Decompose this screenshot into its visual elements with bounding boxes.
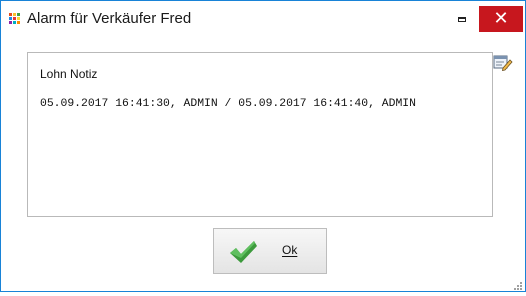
ok-label: Ok: [282, 243, 298, 257]
note-text: 05.09.2017 16:41:30, ADMIN / 05.09.2017 …: [40, 98, 416, 110]
edit-note-icon[interactable]: [493, 53, 513, 72]
close-icon: ✕: [493, 8, 509, 29]
resize-grip-icon[interactable]: [513, 278, 523, 290]
window-title: Alarm für Verkäufer Fred: [27, 10, 192, 27]
colored-grid-icon: [9, 13, 21, 25]
title-bar[interactable]: Alarm für Verkäufer Fred ✕: [1, 1, 525, 39]
note-label: Lohn Notiz: [40, 67, 98, 81]
note-panel: Lohn Notiz 05.09.2017 16:41:30, ADMIN / …: [27, 52, 493, 217]
dialog-window: Alarm für Verkäufer Fred ✕ Lohn Notiz 05…: [0, 0, 526, 292]
close-button[interactable]: ✕: [479, 6, 523, 32]
checkmark-icon: [230, 241, 257, 263]
ok-button[interactable]: Ok: [213, 228, 327, 274]
minimize-button[interactable]: [449, 7, 475, 31]
